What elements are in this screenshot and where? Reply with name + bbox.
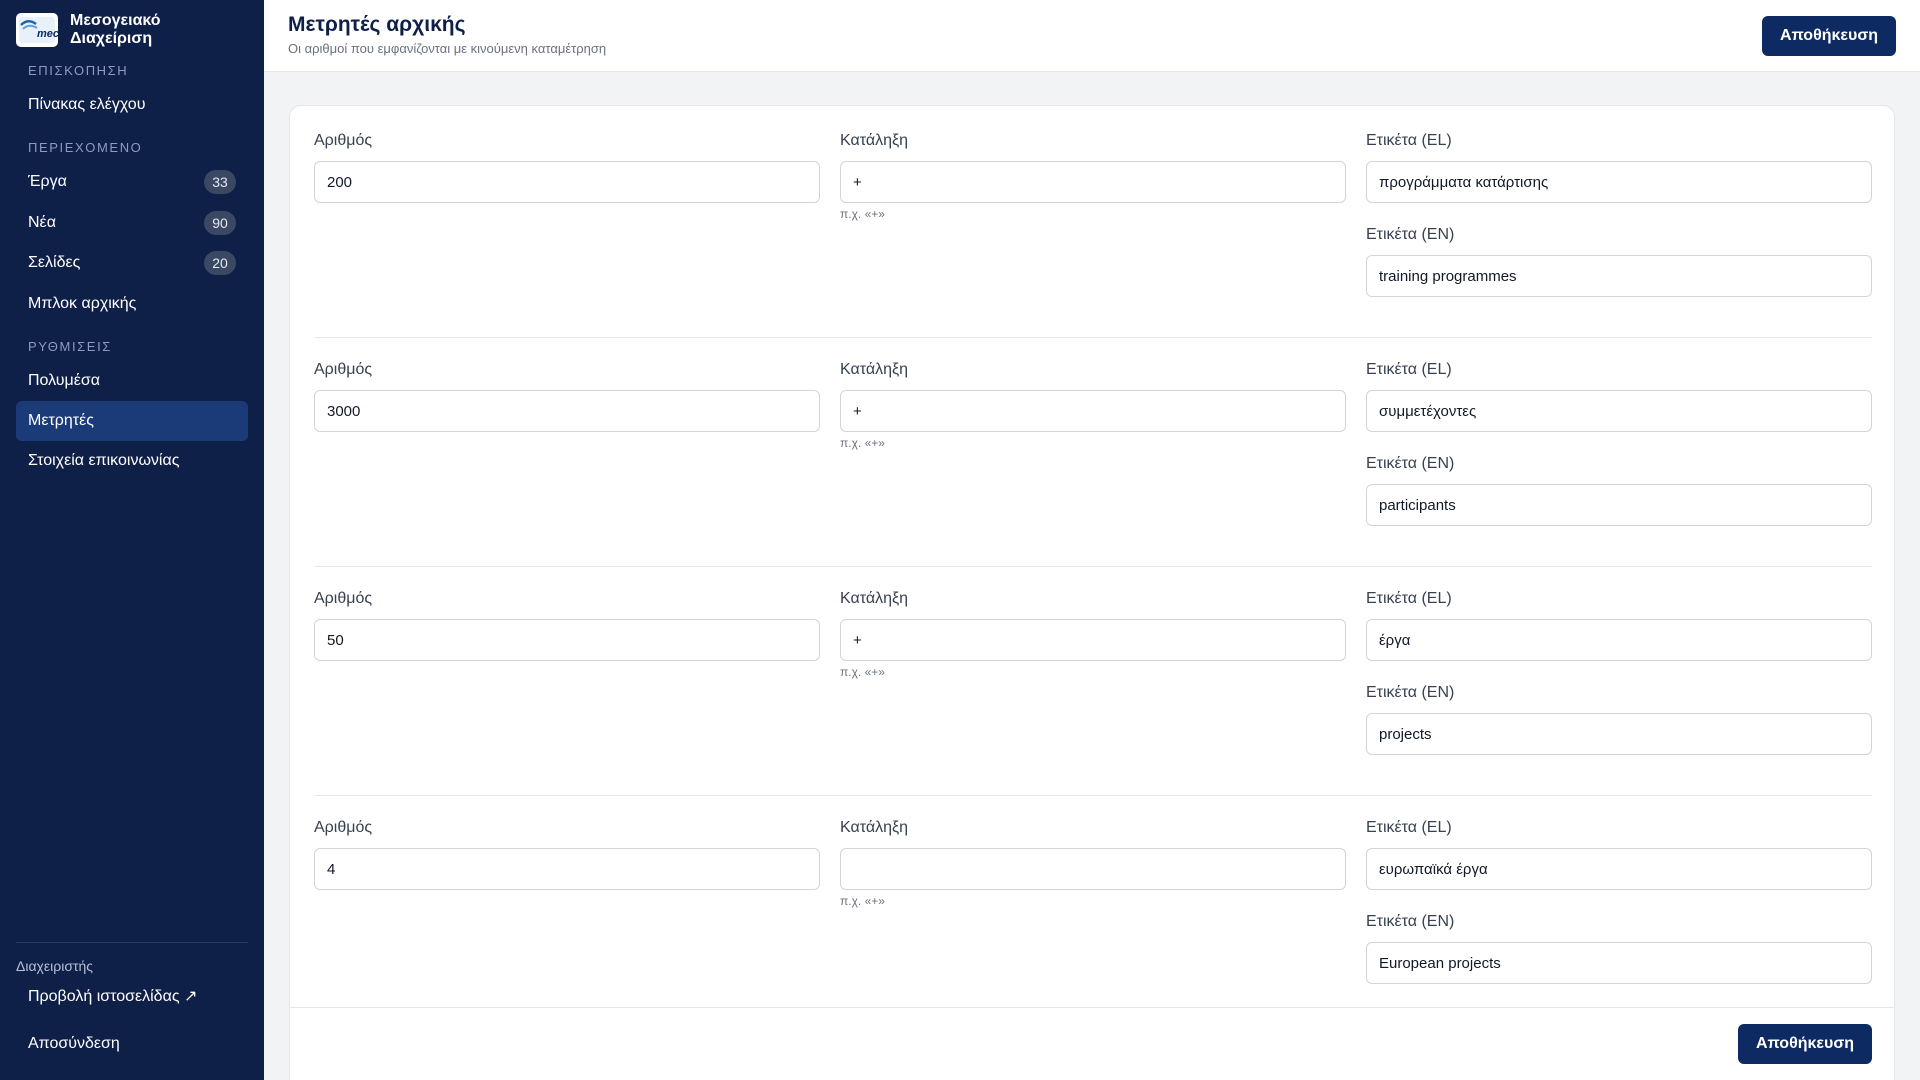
suffix-label: Κατάληξη [840, 361, 909, 378]
brand-name: Μεσογειακό Διαχείριση [70, 12, 161, 48]
sidebar-item-label: Έργα [28, 173, 67, 190]
sidebar-item-home-blocks[interactable]: Μπλοκ αρχικής [16, 284, 248, 324]
sidebar-item-pages[interactable]: Σελίδες 20 [16, 243, 248, 283]
sidebar-item-label: Νέα [28, 214, 56, 231]
brand-name-line2: Διαχείριση [70, 30, 153, 47]
admin-label: Διαχειριστής [16, 958, 94, 974]
suffix-label: Κατάληξη [840, 132, 909, 149]
label-en-label: Ετικέτα (EN) [1366, 913, 1455, 930]
number-label: Αριθμός [314, 819, 373, 836]
suffix-input[interactable] [840, 390, 1346, 432]
number-label: Αριθμός [314, 132, 373, 149]
label-en-input[interactable] [1366, 484, 1872, 526]
count-badge: 20 [204, 251, 236, 275]
count-badge: 90 [204, 211, 236, 235]
sidebar-item-news[interactable]: Νέα 90 [16, 203, 248, 243]
suffix-hint: π.χ. «+» [840, 894, 885, 908]
number-label: Αριθμός [314, 590, 373, 607]
save-button-top[interactable]: Αποθήκευση [1762, 16, 1896, 56]
sidebar-item-label: Μπλοκ αρχικής [28, 295, 137, 312]
view-site-link[interactable]: Προβολή ιστοσελίδας ↗ [16, 976, 248, 1016]
sidebar-item-label: Πίνακας ελέγχου [28, 96, 146, 113]
page-header: Μετρητές αρχικής Οι αριθμοί που εμφανίζο… [264, 0, 1920, 72]
suffix-hint: π.χ. «+» [840, 207, 885, 221]
label-el-input[interactable] [1366, 390, 1872, 432]
view-site-label: Προβολή ιστοσελίδας ↗ [28, 988, 198, 1005]
sidebar-item-label: Μετρητές [28, 412, 94, 429]
number-input[interactable] [314, 390, 820, 432]
label-en-input[interactable] [1366, 255, 1872, 297]
counter-row-4: Αριθμός Κατάληξη π.χ. «+» Ετικέτα (EL) Ε… [314, 793, 1872, 1022]
counter-row-2: Αριθμός Κατάληξη π.χ. «+» Ετικέτα (EL) Ε… [314, 335, 1872, 564]
brand-name-line1: Μεσογειακό [70, 12, 161, 29]
sidebar-item-label: Πολυμέσα [28, 372, 100, 389]
logo-text: mec [37, 28, 58, 40]
suffix-label: Κατάληξη [840, 590, 909, 607]
label-el-label: Ετικέτα (EL) [1366, 590, 1452, 607]
page-subtitle: Οι αριθμοί που εμφανίζονται με κινούμενη… [288, 41, 607, 56]
suffix-label: Κατάληξη [840, 819, 909, 836]
logout-label: Αποσύνδεση [28, 1035, 120, 1052]
sidebar-item-label: Σελίδες [28, 254, 81, 271]
section-label-overview: ΕΠΙΣΚΟΠΗΣΗ [28, 63, 129, 78]
number-input[interactable] [314, 161, 820, 203]
sidebar-item-media[interactable]: Πολυμέσα [16, 361, 248, 401]
label-en-input[interactable] [1366, 942, 1872, 984]
suffix-hint: π.χ. «+» [840, 665, 885, 679]
label-en-input[interactable] [1366, 713, 1872, 755]
logout-link[interactable]: Αποσύνδεση [16, 1024, 248, 1064]
counters-card: Αριθμός Κατάληξη π.χ. «+» Ετικέτα (EL) Ε… [289, 105, 1895, 1080]
label-el-label: Ετικέτα (EL) [1366, 132, 1452, 149]
number-input[interactable] [314, 619, 820, 661]
sidebar-item-contact[interactable]: Στοιχεία επικοινωνίας [16, 441, 248, 481]
label-el-input[interactable] [1366, 161, 1872, 203]
card-footer-divider [290, 1007, 1894, 1008]
brand[interactable]: mec Μεσογειακό Διαχείριση [16, 12, 161, 48]
section-label-content: ΠΕΡΙΕΧΟΜΕΝΟ [28, 140, 143, 155]
sidebar: mec Μεσογειακό Διαχείριση ΕΠΙΣΚΟΠΗΣΗ Πίν… [0, 0, 264, 1080]
label-en-label: Ετικέτα (EN) [1366, 684, 1455, 701]
number-input[interactable] [314, 848, 820, 890]
section-label-settings: ΡΥΘΜΙΣΕΙΣ [28, 339, 112, 354]
page-title: Μετρητές αρχικής [288, 13, 466, 36]
label-en-label: Ετικέτα (EN) [1366, 226, 1455, 243]
label-el-label: Ετικέτα (EL) [1366, 819, 1452, 836]
counter-row-3: Αριθμός Κατάληξη π.χ. «+» Ετικέτα (EL) Ε… [314, 564, 1872, 793]
suffix-input[interactable] [840, 619, 1346, 661]
number-label: Αριθμός [314, 361, 373, 378]
label-en-label: Ετικέτα (EN) [1366, 455, 1455, 472]
sidebar-item-label: Στοιχεία επικοινωνίας [28, 452, 180, 469]
suffix-input[interactable] [840, 161, 1346, 203]
save-button-bottom[interactable]: Αποθήκευση [1738, 1024, 1872, 1064]
sidebar-item-projects[interactable]: Έργα 33 [16, 162, 248, 202]
counter-row-1: Αριθμός Κατάληξη π.χ. «+» Ετικέτα (EL) Ε… [314, 106, 1872, 335]
sidebar-item-counters[interactable]: Μετρητές [16, 401, 248, 441]
suffix-hint: π.χ. «+» [840, 436, 885, 450]
label-el-input[interactable] [1366, 848, 1872, 890]
logo-icon: mec [16, 13, 58, 47]
suffix-input[interactable] [840, 848, 1346, 890]
sidebar-item-dashboard[interactable]: Πίνακας ελέγχου [16, 85, 248, 125]
sidebar-divider [16, 942, 248, 943]
label-el-input[interactable] [1366, 619, 1872, 661]
count-badge: 33 [204, 170, 236, 194]
label-el-label: Ετικέτα (EL) [1366, 361, 1452, 378]
